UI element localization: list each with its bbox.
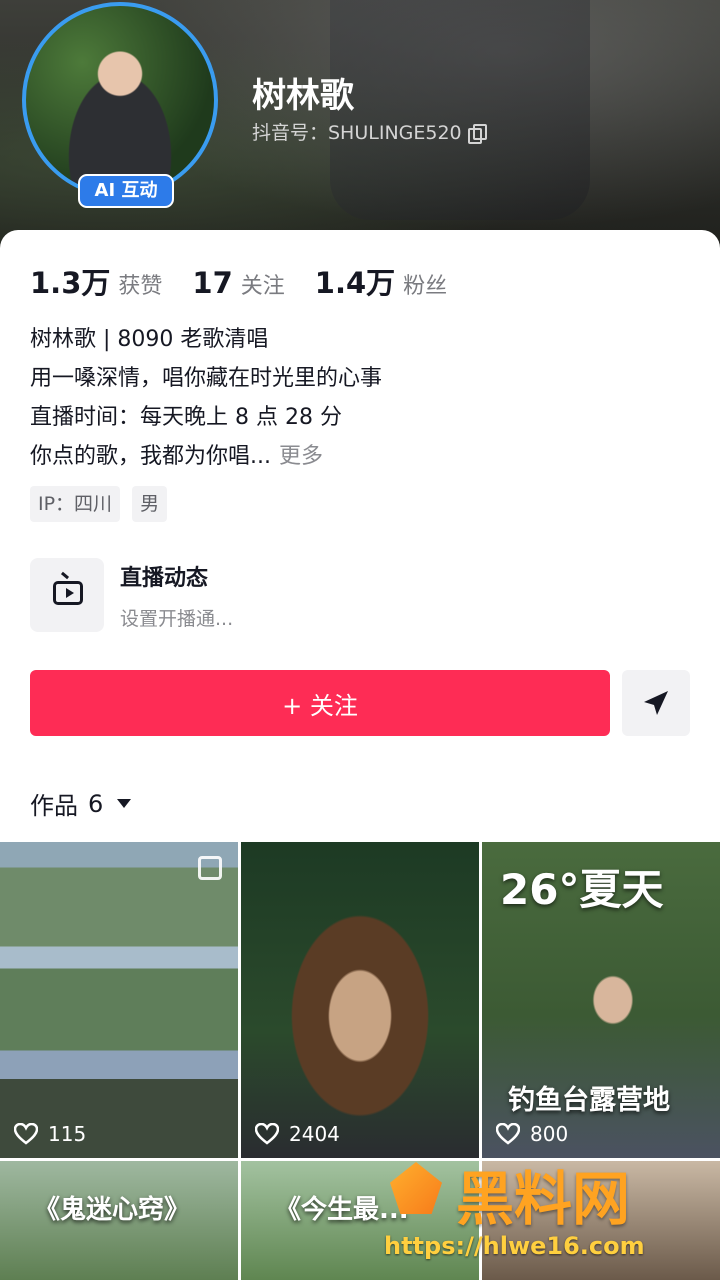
heart-icon — [255, 1123, 279, 1145]
likes-value: 800 — [530, 1122, 569, 1146]
live-subtitle: 设置开播通... — [120, 607, 234, 630]
stat-following-label: 关注 — [240, 274, 285, 299]
send-icon — [644, 691, 668, 715]
likes-value: 115 — [48, 1122, 87, 1146]
stats-row: 1.3万 获赞 17 关注 1.4万 粉丝 — [30, 260, 447, 302]
works-count: 6 — [88, 789, 104, 818]
watermark-url: https://hlwe16.com — [384, 1232, 645, 1260]
stat-followers-label: 粉丝 — [403, 274, 448, 299]
stat-following[interactable]: 17 关注 — [192, 266, 284, 300]
live-text: 直播动态 设置开播通... — [120, 560, 233, 631]
follow-label: + 关注 — [282, 691, 358, 720]
gender-tag: 男 — [132, 486, 168, 522]
video-tile[interactable]: 115 — [0, 842, 238, 1158]
share-button[interactable] — [622, 670, 690, 736]
bio-more-link[interactable]: 更多 — [279, 444, 323, 469]
heart-icon — [496, 1123, 520, 1145]
chevron-down-icon — [117, 799, 132, 808]
tv-icon — [53, 581, 83, 605]
stat-likes-num: 1.3万 — [30, 266, 111, 300]
watermark-logo-icon — [384, 1156, 448, 1220]
stat-likes[interactable]: 1.3万 获赞 — [30, 260, 162, 302]
likes-count: 115 — [14, 1122, 86, 1146]
stat-likes-label: 获赞 — [118, 274, 163, 299]
live-title: 直播动态 — [120, 565, 209, 591]
stat-followers[interactable]: 1.4万 粉丝 — [315, 260, 447, 302]
likes-count: 800 — [496, 1122, 568, 1146]
bio-line: 你点的歌，我都为你唱... 更多 — [30, 437, 382, 476]
bio: 树林歌 | 8090 老歌清唱 用一嗓深情，唱你藏在时光里的心事 直播时间：每天… — [30, 320, 382, 476]
avatar[interactable] — [22, 2, 218, 198]
multi-image-icon — [198, 856, 222, 880]
stat-followers-num: 1.4万 — [314, 266, 396, 300]
tile-overlay-caption: 钓鱼台露营地 — [508, 1085, 670, 1116]
stat-following-num: 17 — [192, 266, 233, 300]
douyin-id-text: 抖音号：SHULINGE520 — [252, 122, 462, 144]
likes-count: 2404 — [255, 1122, 340, 1146]
ip-tag: IP：四川 — [30, 486, 121, 522]
bio-line: 用一嗓深情，唱你藏在时光里的心事 — [30, 366, 383, 391]
video-tile[interactable]: 2404 — [241, 842, 479, 1158]
profile-card: 1.3万 获赞 17 关注 1.4万 粉丝 树林歌 | 8090 老歌清唱 用一… — [0, 230, 720, 840]
profile-name: 树林歌 — [252, 76, 354, 116]
ai-interaction-badge[interactable]: AI 互动 — [78, 174, 174, 208]
tag-row: IP：四川 男 — [30, 486, 168, 522]
watermark-text: 黑料网 — [456, 1165, 631, 1233]
bio-line: 直播时间：每天晚上 8 点 28 分 — [30, 405, 342, 430]
live-icon-box — [30, 558, 104, 632]
follow-button[interactable]: + 关注 — [30, 670, 610, 736]
likes-value: 2404 — [289, 1122, 340, 1146]
video-tile[interactable]: 26°夏天 钓鱼台露营地 800 — [482, 842, 720, 1158]
tile-overlay-title: 26°夏天 — [500, 865, 664, 914]
video-tile[interactable]: 《鬼迷心窍》 — [0, 1161, 238, 1280]
avatar-container[interactable]: AI 互动 — [22, 2, 230, 208]
bio-line: 树林歌 | 8090 老歌清唱 — [30, 327, 269, 352]
heart-icon — [14, 1123, 38, 1145]
copy-icon[interactable] — [467, 123, 487, 144]
tile-overlay-title: 《鬼迷心窍》 — [34, 1195, 191, 1225]
works-label: 作品 — [30, 792, 78, 820]
douyin-id[interactable]: 抖音号：SHULINGE520 — [252, 118, 487, 145]
live-activity[interactable]: 直播动态 设置开播通... — [30, 558, 233, 632]
works-header[interactable]: 作品 6 — [30, 786, 132, 821]
bio-line-text: 你点的歌，我都为你唱... — [30, 444, 271, 469]
